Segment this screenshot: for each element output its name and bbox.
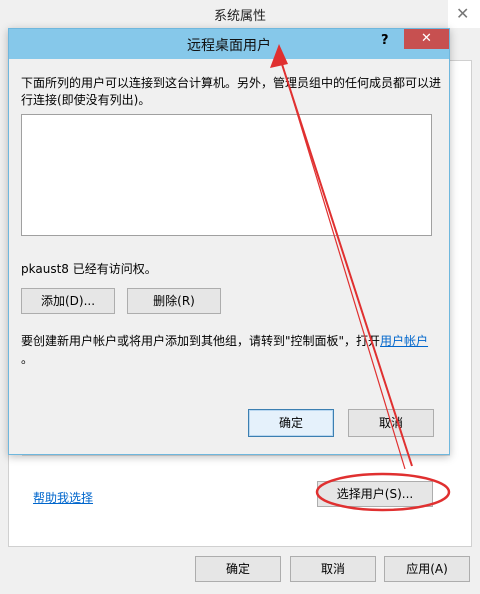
dialog-close-button[interactable]: ✕ — [404, 29, 449, 49]
remote-desktop-users-dialog: 远程桌面用户 ? ✕ 下面所列的用户可以连接到这台计算机。另外，管理员组中的任何… — [8, 28, 450, 455]
outer-cancel-button[interactable]: 取消 — [290, 556, 376, 582]
user-list-box[interactable] — [21, 114, 432, 236]
outer-close-button[interactable]: ✕ — [448, 0, 480, 28]
note-prefix-text: 要创建新用户帐户或将用户添加到其他组，请转到"控制面板"，打开 — [21, 334, 381, 348]
close-icon: ✕ — [421, 31, 432, 46]
outer-window-title: 系统属性 — [213, 9, 266, 24]
help-me-choose-link[interactable]: 帮助我选择 — [33, 489, 93, 506]
dialog-titlebar: 远程桌面用户 ? ✕ — [9, 29, 449, 59]
dialog-cancel-button[interactable]: 取消 — [348, 409, 434, 437]
add-user-button[interactable]: 添加(D)... — [21, 288, 115, 314]
dialog-ok-button[interactable]: 确定 — [248, 409, 334, 437]
outer-apply-button[interactable]: 应用(A) — [384, 556, 470, 582]
help-icon[interactable]: ? — [381, 33, 389, 48]
note-suffix-text: 。 — [21, 352, 34, 366]
user-accounts-note: 要创建新用户帐户或将用户添加到其他组，请转到"控制面板"，打开用户帐户。 — [21, 332, 441, 368]
close-icon: ✕ — [456, 4, 470, 23]
outer-ok-button[interactable]: 确定 — [195, 556, 281, 582]
access-status-text: pkaust8 已经有访问权。 — [21, 262, 157, 276]
user-accounts-link[interactable]: 用户帐户 — [380, 334, 428, 348]
remove-user-button[interactable]: 删除(R) — [127, 288, 221, 314]
dialog-intro-text: 下面所列的用户可以连接到这台计算机。另外，管理员组中的任何成员都可以进行连接(即… — [21, 76, 442, 107]
select-users-button[interactable]: 选择用户(S)... — [317, 481, 433, 507]
outer-titlebar: 系统属性 ✕ — [0, 0, 480, 28]
